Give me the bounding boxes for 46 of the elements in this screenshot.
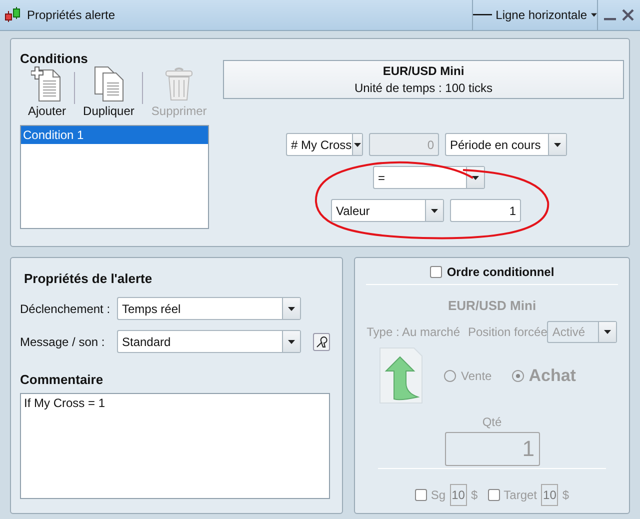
comment-field[interactable]: If My Cross = 1 [20, 393, 330, 499]
value-field[interactable]: 1 [450, 199, 521, 222]
settings-button[interactable] [313, 332, 330, 350]
caret-icon [554, 142, 561, 146]
caret-icon [288, 306, 295, 310]
duplicate-button[interactable]: Dupliquer [75, 66, 142, 118]
wrench-icon [316, 336, 328, 348]
caret-icon [288, 340, 295, 344]
bracket-label: Sg [430, 488, 446, 502]
comment-text: If My Cross = 1 [24, 396, 106, 410]
caret-icon [472, 176, 479, 180]
field-label: Message / son : [20, 334, 106, 348]
caret-icon [431, 208, 438, 212]
caret-icon [354, 142, 361, 146]
section-title: Commentaire [20, 372, 104, 387]
caret-icon [591, 13, 597, 17]
caret-icon [604, 330, 612, 334]
currency-label: $ [470, 488, 478, 502]
dropdown[interactable]: Temps réel [117, 297, 301, 320]
condition-list-item[interactable]: Condition 1 [21, 126, 208, 144]
period-dropdown[interactable]: Période en cours [445, 133, 567, 156]
drawing-tool-dropdown[interactable]: Ligne horizontale [472, 0, 598, 30]
section-title: Ordre conditionnel [446, 265, 554, 279]
field-label: Déclenchement : [20, 302, 112, 316]
bracket-label: Target [504, 488, 538, 502]
add-document-icon [31, 66, 64, 102]
quantity-label: Qté [482, 415, 502, 429]
currency-label: $ [562, 488, 570, 502]
instrument-header: EUR/USD Mini Unité de temps : 100 ticks [223, 60, 624, 99]
order-type-label: Type : Au marché [366, 325, 460, 339]
instrument-label: EUR/USD Mini [448, 298, 536, 313]
indicator-dropdown[interactable]: # My Cross [286, 133, 363, 156]
section-title: Propriétés de l'alerte [24, 271, 154, 286]
window-title: Propriétés alerte [27, 8, 116, 22]
section-title: Conditions [20, 51, 89, 66]
field-label: Position forcée [468, 325, 548, 339]
trash-icon [163, 66, 196, 102]
add-button[interactable]: Ajouter [20, 66, 74, 118]
operator-dropdown[interactable]: = [373, 166, 485, 189]
candlestick-icon [4, 6, 22, 24]
line-icon [473, 14, 492, 16]
duplicate-document-icon [92, 66, 125, 102]
dropdown[interactable]: Standard [117, 330, 301, 353]
compare-type-dropdown[interactable]: Valeur [331, 199, 444, 222]
close-icon[interactable] [622, 9, 634, 21]
offset-field: 0 [369, 133, 439, 156]
